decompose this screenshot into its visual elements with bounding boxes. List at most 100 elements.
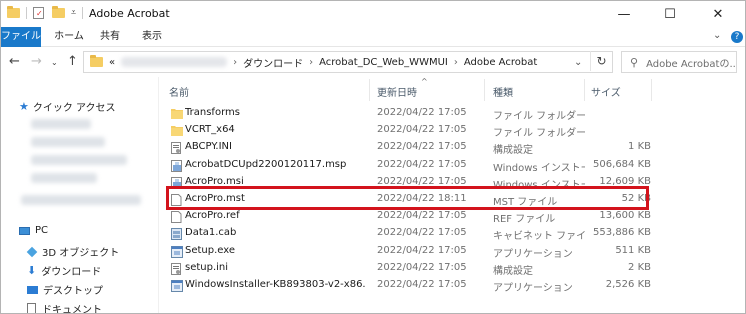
file-row[interactable]: setup.ini 2022/04/22 17:05 構成設定 2 KB	[167, 260, 654, 277]
address-bar[interactable]: « › ダウンロード › Acrobat_DC_Web_WWMUI › Adob…	[83, 51, 613, 73]
blurred-item	[31, 155, 127, 165]
file-date: 2022/04/22 17:05	[377, 227, 467, 239]
breadcrumb-separator-icon[interactable]: ›	[454, 57, 458, 68]
breadcrumb-adobe-acrobat[interactable]: Adobe Acrobat	[464, 57, 537, 68]
sidebar-item-label: PC	[35, 225, 49, 236]
file-size: 1 KB	[628, 141, 651, 153]
file-type: Windows インストー...	[493, 162, 585, 174]
file-date: 2022/04/22 17:05	[377, 244, 467, 256]
properties-icon[interactable]: ✓	[33, 7, 44, 19]
sidebar-item-documents[interactable]: ドキュメント	[27, 301, 102, 313]
file-type: 構成設定	[493, 145, 533, 157]
window-title: Adobe Acrobat	[89, 7, 170, 20]
folder-icon	[171, 125, 183, 137]
refresh-icon[interactable]: ↻	[590, 51, 612, 71]
tab-share[interactable]: 共有	[97, 27, 123, 47]
sidebar-item-label: ダウンロード	[41, 267, 102, 278]
tab-file[interactable]: ファイル	[1, 27, 41, 47]
highlight-box	[166, 186, 649, 210]
sidebar-item-pc[interactable]: PC	[19, 225, 48, 236]
column-divider[interactable]	[369, 79, 370, 101]
column-divider[interactable]	[651, 79, 652, 101]
folder-icon	[171, 108, 183, 120]
cabinet-icon	[171, 228, 182, 241]
blurred-item	[21, 195, 141, 205]
file-row[interactable]: VCRT_x64 2022/04/22 17:05 ファイル フォルダー	[167, 122, 654, 139]
file-row[interactable]: AcroPro.ref 2022/04/22 17:05 REF ファイル 13,60…	[167, 208, 654, 225]
navigation-bar: ← → ⌄ ↑ « › ダウンロード › Acrobat_DC_Web_WWMU…	[1, 47, 745, 77]
column-divider[interactable]	[484, 79, 485, 101]
file-type: REF ファイル	[493, 214, 556, 226]
column-header-date[interactable]: 更新日時	[377, 84, 417, 99]
new-folder-icon[interactable]	[52, 6, 65, 18]
up-arrow-icon[interactable]: ↑	[67, 54, 78, 69]
search-placeholder: Adobe Acrobatの...	[646, 58, 737, 70]
back-arrow-icon[interactable]: ←	[9, 54, 20, 69]
file-date: 2022/04/22 17:05	[377, 141, 467, 153]
toolbar-divider	[82, 7, 84, 19]
file-name: Setup.exe	[185, 244, 236, 256]
navigation-pane: ★ クイック アクセス PC 3D オブジェクト ⬇ ダウンロード デスクトップ…	[1, 77, 158, 313]
sidebar-item-quick-access[interactable]: ★ クイック アクセス	[19, 99, 116, 114]
maximize-button[interactable]: ☐	[647, 1, 693, 27]
breadcrumb-acrobat-dc-web[interactable]: Acrobat_DC_Web_WWMUI	[319, 57, 448, 68]
computer-icon	[19, 226, 30, 235]
app-icon	[171, 280, 183, 292]
recent-locations-chevron-icon[interactable]: ⌄	[51, 58, 58, 67]
column-header-name[interactable]: 名前	[169, 84, 189, 99]
sidebar-item-3d-objects[interactable]: 3D オブジェクト	[26, 244, 120, 259]
desktop-icon	[27, 285, 38, 294]
ribbon-tabs: ファイル ホーム 共有 表示 ⌄ ?	[1, 27, 745, 47]
folder-icon	[90, 55, 103, 67]
file-date: 2022/04/22 17:05	[377, 279, 467, 290]
file-name: Transforms	[185, 107, 240, 118]
file-name: setup.ini	[185, 261, 229, 273]
forward-arrow-icon[interactable]: →	[31, 54, 42, 69]
help-icon[interactable]: ?	[731, 31, 743, 43]
column-header-type[interactable]: 種類	[493, 84, 513, 99]
settings-file-icon	[171, 262, 181, 275]
file-date: 2022/04/22 17:05	[377, 261, 467, 273]
minimize-button[interactable]: —	[601, 1, 647, 27]
expand-ribbon-icon[interactable]: ⌄	[713, 30, 721, 41]
file-type: キャビネット ファイル	[493, 231, 585, 243]
file-type: 構成設定	[493, 265, 533, 277]
breadcrumb-downloads[interactable]: ダウンロード	[243, 55, 303, 70]
file-row[interactable]: Transforms 2022/04/22 17:05 ファイル フォルダー	[167, 105, 654, 122]
search-icon: ⚲	[630, 55, 639, 69]
file-type: アプリケーション	[493, 283, 573, 294]
file-type: ファイル フォルダー	[493, 111, 585, 122]
breadcrumb-blurred-user	[121, 57, 228, 67]
sidebar-item-downloads[interactable]: ⬇ ダウンロード	[27, 263, 101, 278]
file-name: AcroPro.ref	[185, 210, 240, 222]
column-header-size[interactable]: サイズ	[591, 84, 621, 99]
file-row[interactable]: Setup.exe 2022/04/22 17:05 アプリケーション 511 KB	[167, 243, 654, 260]
tab-view[interactable]: 表示	[137, 27, 167, 47]
file-name: VCRT_x64	[185, 124, 235, 136]
file-size: 2 KB	[628, 261, 651, 273]
column-divider[interactable]	[584, 79, 585, 101]
toolbar-divider	[26, 7, 27, 19]
file-date: 2022/04/22 17:05	[377, 158, 467, 170]
customize-toolbar-icon[interactable]: ⩡	[71, 8, 76, 18]
blank-file-icon	[171, 211, 182, 224]
close-button[interactable]: ✕	[695, 1, 741, 27]
breadcrumb-overflow[interactable]: «	[109, 57, 115, 68]
explorer-window: ✓ ⩡ Adobe Acrobat — ☐ ✕ ファイル ホーム 共有 表示 ⌄…	[0, 0, 746, 314]
file-name: Data1.cab	[185, 227, 237, 239]
blurred-item	[31, 119, 91, 129]
address-dropdown-icon[interactable]: ⌄	[574, 57, 582, 68]
sidebar-item-desktop[interactable]: デスクトップ	[27, 282, 103, 297]
file-row[interactable]: AcrobatDCUpd2200120117.msp 2022/04/22 17:…	[167, 157, 654, 174]
star-icon: ★	[19, 100, 29, 113]
settings-file-icon	[171, 142, 181, 155]
search-input[interactable]: ⚲ Adobe Acrobatの...	[621, 51, 737, 73]
file-row[interactable]: ABCPY.INI 2022/04/22 17:05 構成設定 1 KB	[167, 139, 654, 156]
file-row[interactable]: WindowsInstaller-KB893803-v2-x86.exe 2022…	[167, 277, 654, 294]
tab-home[interactable]: ホーム	[53, 27, 85, 47]
sidebar-item-label: デスクトップ	[43, 286, 103, 297]
sidebar-item-label: 3D オブジェクト	[42, 248, 120, 259]
breadcrumb-separator-icon[interactable]: ›	[309, 57, 313, 68]
breadcrumb-separator-icon[interactable]: ›	[233, 57, 237, 68]
file-row[interactable]: Data1.cab 2022/04/22 17:05 キャビネット ファイル 553,…	[167, 225, 654, 242]
